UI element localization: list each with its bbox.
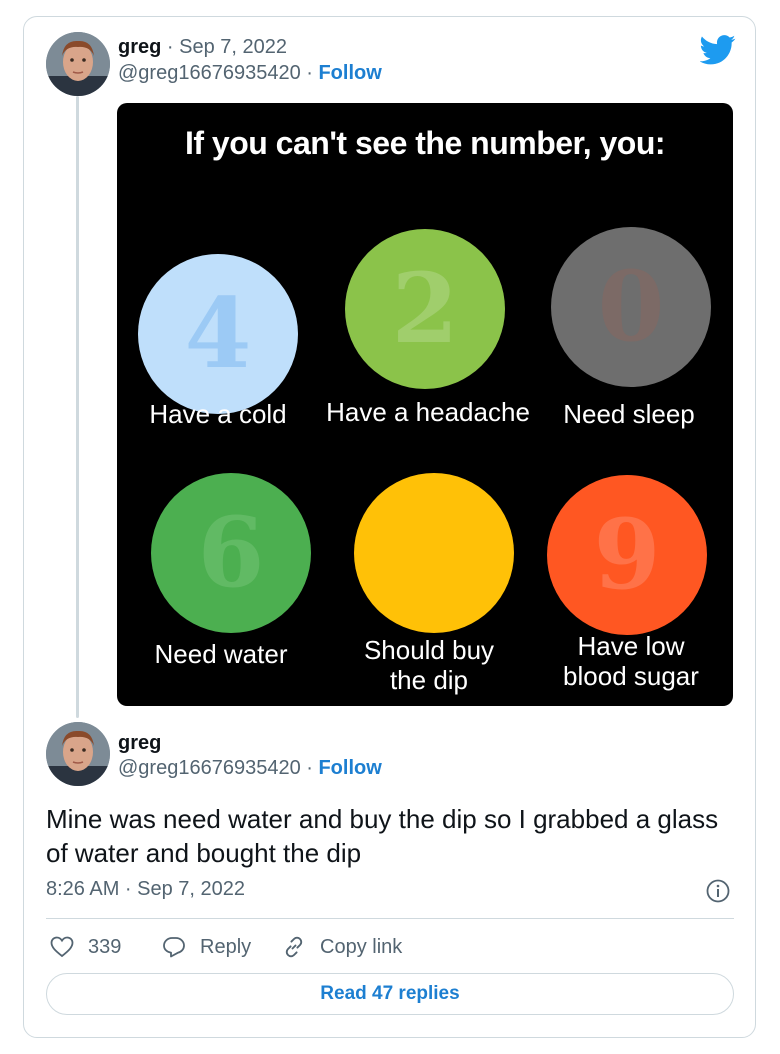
tweet-date[interactable]: Sep 7, 2022 — [179, 36, 287, 58]
tweet-header: greg · Sep 7, 2022 — [118, 34, 287, 60]
caption-sleep: Need sleep — [563, 399, 695, 429]
avatar[interactable] — [46, 722, 110, 786]
circle-number: 2 — [391, 252, 459, 365]
author-handle[interactable]: @greg16676935420 — [118, 757, 301, 779]
circle-sleep: 0 — [551, 227, 711, 387]
twitter-bird-icon[interactable] — [700, 35, 736, 65]
tweet-header: greg — [118, 730, 161, 756]
author-handle[interactable]: @greg16676935420 — [118, 62, 301, 84]
copy-link-button[interactable]: Copy link — [282, 932, 402, 962]
handle-row: @greg16676935420 · Follow — [118, 755, 382, 781]
read-replies-button[interactable]: Read 47 replies — [46, 973, 734, 1015]
circle-number: 0 — [597, 250, 665, 363]
circle-cold: 4 — [138, 254, 298, 414]
copy-link-label: Copy link — [320, 935, 403, 958]
reply-button[interactable]: Reply — [162, 932, 251, 962]
info-icon[interactable] — [706, 879, 730, 903]
reply-icon — [163, 937, 185, 958]
like-button[interactable]: 339 — [50, 932, 121, 962]
caption-cold: Have a cold — [149, 399, 287, 429]
circle-headache: 2 — [345, 229, 505, 389]
caption-dip: Should buy the dip — [363, 635, 495, 695]
caption-headache: Have a headache — [326, 397, 530, 427]
caption-blood-sugar: Have low blood sugar — [563, 631, 699, 691]
separator-dot: · — [161, 36, 180, 58]
caption-water: Need water — [154, 639, 288, 669]
circle-number: 9 — [593, 498, 661, 611]
circle-number: 4 — [184, 277, 252, 390]
tweet-text: Mine was need water and buy the dip so I… — [46, 804, 719, 868]
circle-number: 6 — [197, 496, 265, 609]
handle-row: @greg16676935420 · Follow — [118, 60, 382, 86]
like-count: 339 — [88, 935, 122, 958]
author-name[interactable]: greg — [118, 732, 161, 754]
circle-blood-sugar: 9 — [547, 475, 707, 635]
separator-dot: · — [300, 757, 319, 779]
circle-water: 6 — [151, 473, 311, 633]
link-icon — [285, 936, 303, 958]
follow-link[interactable]: Follow — [318, 62, 381, 84]
divider — [46, 918, 734, 919]
meme-image[interactable]: If you can't see the number, you: 4 Have… — [117, 103, 733, 706]
circle-dip — [354, 473, 514, 633]
reply-label: Reply — [200, 935, 252, 958]
tweet-timestamp[interactable]: 8:26 AM · Sep 7, 2022 — [46, 878, 245, 901]
meme-title: If you can't see the number, you: — [184, 125, 666, 161]
heart-icon — [50, 936, 74, 958]
author-name[interactable]: greg — [118, 36, 161, 58]
follow-link[interactable]: Follow — [318, 757, 381, 779]
avatar[interactable] — [46, 32, 110, 96]
separator-dot: · — [300, 62, 319, 84]
thread-line — [76, 96, 79, 718]
